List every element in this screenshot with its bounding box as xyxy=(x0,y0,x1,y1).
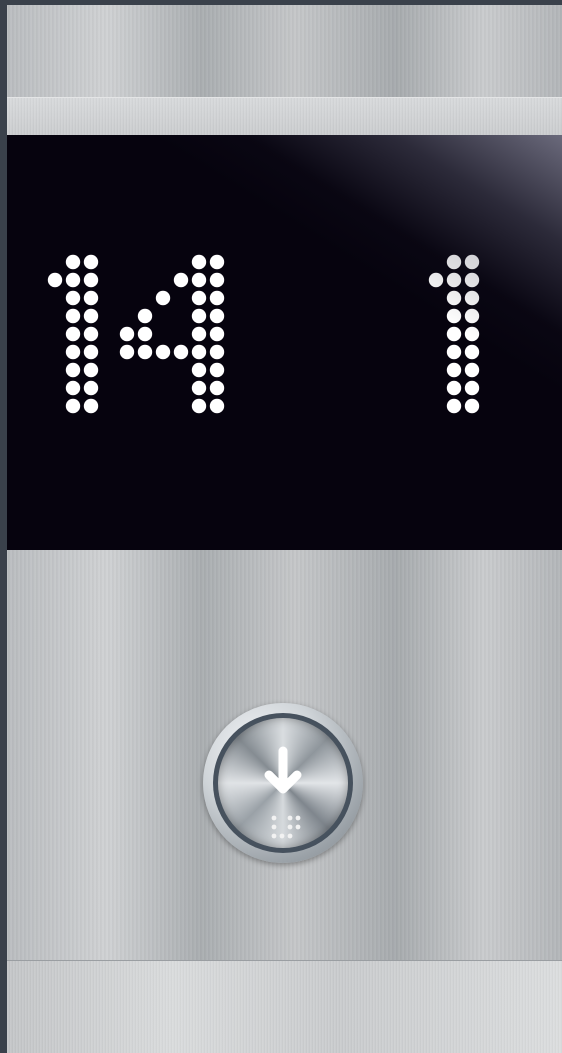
bottom-steel-band xyxy=(7,960,562,1053)
down-arrow-icon xyxy=(264,746,302,839)
elevator-panel xyxy=(7,5,562,1053)
top-steel-plate xyxy=(7,5,562,97)
display-glare xyxy=(7,135,562,550)
top-steel-band xyxy=(7,97,562,136)
braille-icon xyxy=(271,815,301,839)
floor-indicator-display xyxy=(7,135,562,550)
call-down-button[interactable] xyxy=(203,703,363,863)
